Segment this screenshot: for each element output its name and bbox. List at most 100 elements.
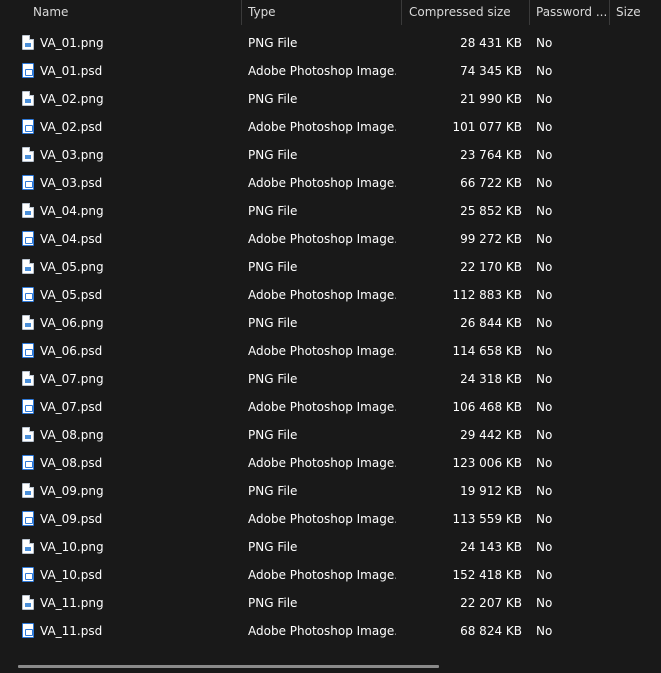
file-row[interactable]: VA_01.psd Adobe Photoshop Image.... 74 345…: [0, 57, 661, 85]
file-row[interactable]: VA_06.png PNG File 26 844 KB No: [0, 309, 661, 337]
file-row[interactable]: VA_06.psd Adobe Photoshop Image.... 114 65…: [0, 337, 661, 365]
file-name: VA_06.png: [40, 316, 104, 330]
file-type: PNG File: [248, 92, 298, 106]
file-type: Adobe Photoshop Image....: [248, 456, 396, 470]
column-divider[interactable]: [401, 0, 402, 25]
file-password-protected: No: [536, 176, 553, 190]
file-list: VA_01.png PNG File 28 431 KB No VA_01.psd Ado…: [0, 29, 661, 645]
file-type: Adobe Photoshop Image....: [248, 120, 396, 134]
file-password-protected: No: [536, 148, 553, 162]
file-row[interactable]: VA_09.psd Adobe Photoshop Image.... 113 55…: [0, 505, 661, 533]
psd-file-icon: [22, 567, 34, 582]
png-file-icon: [22, 539, 34, 554]
file-password-protected: No: [536, 288, 553, 302]
file-row[interactable]: VA_07.png PNG File 24 318 KB No: [0, 365, 661, 393]
file-type: PNG File: [248, 540, 298, 554]
file-row[interactable]: VA_03.png PNG File 23 764 KB No: [0, 141, 661, 169]
file-row[interactable]: VA_10.psd Adobe Photoshop Image.... 152 41…: [0, 561, 661, 589]
file-name: VA_04.png: [40, 204, 104, 218]
column-header-password[interactable]: Password ...: [536, 0, 606, 25]
column-header-compressed-size[interactable]: Compressed size: [409, 0, 527, 25]
png-file-icon: [22, 483, 34, 498]
file-name: VA_05.png: [40, 260, 104, 274]
file-password-protected: No: [536, 568, 553, 582]
file-password-protected: No: [536, 232, 553, 246]
file-row[interactable]: VA_02.png PNG File 21 990 KB No: [0, 85, 661, 113]
file-compressed-size: 114 658 KB: [452, 344, 522, 358]
file-row[interactable]: VA_09.png PNG File 19 912 KB No: [0, 477, 661, 505]
file-name: VA_10.psd: [40, 568, 103, 582]
file-password-protected: No: [536, 204, 553, 218]
file-compressed-size: 123 006 KB: [452, 456, 522, 470]
file-row[interactable]: VA_11.psd Adobe Photoshop Image.... 68 824…: [0, 617, 661, 645]
psd-file-icon: [22, 119, 34, 134]
file-row[interactable]: VA_10.png PNG File 24 143 KB No: [0, 533, 661, 561]
file-type: PNG File: [248, 596, 298, 610]
file-name: VA_03.png: [40, 148, 104, 162]
file-name: VA_07.psd: [40, 400, 103, 414]
file-row[interactable]: VA_07.psd Adobe Photoshop Image.... 106 46…: [0, 393, 661, 421]
file-type: PNG File: [248, 372, 298, 386]
psd-file-icon: [22, 63, 34, 78]
file-row[interactable]: VA_03.psd Adobe Photoshop Image.... 66 722…: [0, 169, 661, 197]
file-type: PNG File: [248, 148, 298, 162]
file-type: PNG File: [248, 428, 298, 442]
file-password-protected: No: [536, 596, 553, 610]
png-file-icon: [22, 147, 34, 162]
column-header-type[interactable]: Type: [248, 0, 398, 25]
file-name: VA_09.png: [40, 484, 104, 498]
png-file-icon: [22, 203, 34, 218]
psd-file-icon: [22, 287, 34, 302]
file-compressed-size: 24 143 KB: [460, 540, 522, 554]
file-password-protected: No: [536, 120, 553, 134]
file-type: PNG File: [248, 36, 298, 50]
file-password-protected: No: [536, 512, 553, 526]
png-file-icon: [22, 315, 34, 330]
file-password-protected: No: [536, 456, 553, 470]
file-password-protected: No: [536, 624, 553, 638]
png-file-icon: [22, 595, 34, 610]
column-header-name[interactable]: Name: [33, 0, 238, 25]
file-type: Adobe Photoshop Image....: [248, 624, 396, 638]
file-row[interactable]: VA_02.psd Adobe Photoshop Image.... 101 07…: [0, 113, 661, 141]
horizontal-scrollbar-thumb[interactable]: [18, 665, 439, 668]
file-name: VA_10.png: [40, 540, 104, 554]
file-name: VA_06.psd: [40, 344, 103, 358]
column-divider[interactable]: [609, 0, 610, 25]
file-row[interactable]: VA_11.png PNG File 22 207 KB No: [0, 589, 661, 617]
file-password-protected: No: [536, 344, 553, 358]
file-compressed-size: 152 418 KB: [452, 568, 522, 582]
file-type: PNG File: [248, 484, 298, 498]
column-divider[interactable]: [529, 0, 530, 25]
psd-file-icon: [22, 399, 34, 414]
column-header-size[interactable]: Size: [616, 0, 661, 25]
file-name: VA_07.png: [40, 372, 104, 386]
file-row[interactable]: VA_05.psd Adobe Photoshop Image.... 112 88…: [0, 281, 661, 309]
column-divider[interactable]: [241, 0, 242, 25]
file-name: VA_04.psd: [40, 232, 103, 246]
file-password-protected: No: [536, 36, 553, 50]
png-file-icon: [22, 427, 34, 442]
file-compressed-size: 26 844 KB: [460, 316, 522, 330]
file-name: VA_03.psd: [40, 176, 103, 190]
file-type: Adobe Photoshop Image....: [248, 512, 396, 526]
file-compressed-size: 28 431 KB: [460, 36, 522, 50]
file-row[interactable]: VA_01.png PNG File 28 431 KB No: [0, 29, 661, 57]
file-row[interactable]: VA_08.png PNG File 29 442 KB No: [0, 421, 661, 449]
psd-file-icon: [22, 623, 34, 638]
file-row[interactable]: VA_08.psd Adobe Photoshop Image.... 123 00…: [0, 449, 661, 477]
file-compressed-size: 22 170 KB: [460, 260, 522, 274]
file-row[interactable]: VA_04.png PNG File 25 852 KB No: [0, 197, 661, 225]
file-compressed-size: 112 883 KB: [452, 288, 522, 302]
file-name: VA_09.psd: [40, 512, 103, 526]
png-file-icon: [22, 371, 34, 386]
file-compressed-size: 99 272 KB: [460, 232, 522, 246]
file-compressed-size: 66 722 KB: [460, 176, 522, 190]
psd-file-icon: [22, 343, 34, 358]
file-name: VA_11.png: [40, 596, 104, 610]
file-row[interactable]: VA_04.psd Adobe Photoshop Image.... 99 272…: [0, 225, 661, 253]
file-row[interactable]: VA_05.png PNG File 22 170 KB No: [0, 253, 661, 281]
file-compressed-size: 68 824 KB: [460, 624, 522, 638]
file-compressed-size: 101 077 KB: [452, 120, 522, 134]
png-file-icon: [22, 35, 34, 50]
